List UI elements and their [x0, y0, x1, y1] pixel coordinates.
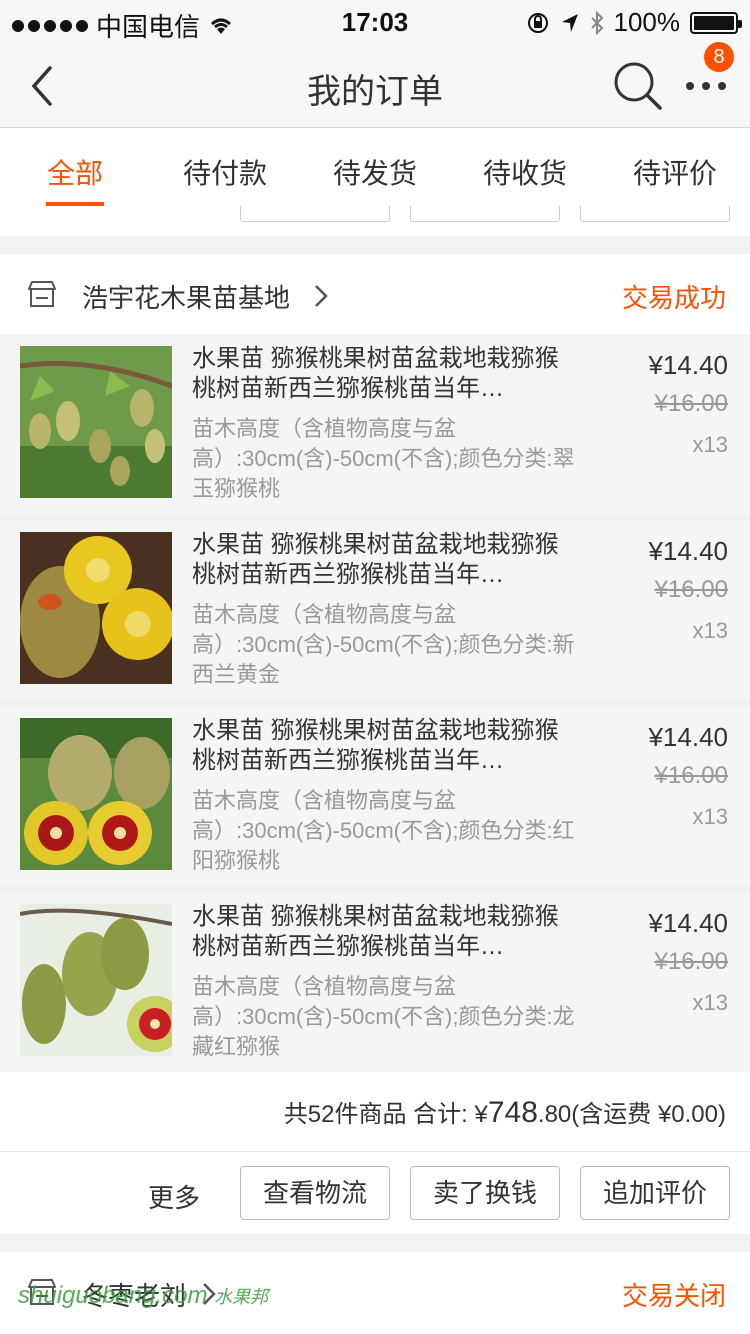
item-quantity: x13 — [692, 990, 728, 1015]
item-sku: 苗木高度（含植物高度与盆高）:30cm(含)-50cm(不含);颜色分类:新西兰… — [192, 602, 575, 687]
location-icon — [561, 13, 578, 32]
summary-prefix: 共52件商品 合计: ¥ — [283, 1101, 488, 1128]
watermark-cn: 水果邦 — [214, 1287, 269, 1307]
order-item[interactable]: 水果苗 猕猴桃果树苗盆栽地栽猕猴桃树苗新西兰猕猴桃苗当年… 苗木高度（含植物高度… — [0, 706, 750, 886]
product-image — [20, 718, 172, 870]
shop-icon — [28, 281, 56, 307]
product-image — [20, 532, 172, 684]
item-price: ¥14.40 — [648, 350, 728, 380]
order-total: 共52件商品 合计: ¥748.80(含运费 ¥0.00) — [284, 1094, 726, 1130]
order-item[interactable]: 水果苗 猕猴桃果树苗盆栽地栽猕猴桃树苗新西兰猕猴桃苗当年… 苗木高度（含植物高度… — [0, 520, 750, 700]
item-original-price: ¥16.00 — [654, 576, 728, 603]
order-status: 交易关闭 — [621, 1281, 726, 1311]
bluetooth-icon — [590, 10, 603, 35]
shop-name[interactable]: 浩宇花木果苗基地 — [82, 278, 290, 315]
order-shop-header[interactable]: 浩宇花木果苗基地 交易成功 — [0, 254, 750, 334]
previous-action-button[interactable] — [580, 206, 730, 222]
status-bar: 中国电信 17:03 100% — [0, 0, 750, 44]
battery-label: 100% — [613, 7, 681, 37]
tab-pending-receipt[interactable]: 待收货 — [450, 128, 600, 206]
item-original-price: ¥16.00 — [654, 762, 728, 789]
tab-pending-review[interactable]: 待评价 — [600, 128, 750, 206]
item-quantity: x13 — [692, 432, 728, 457]
watermark-suffix: .com — [155, 1282, 208, 1309]
item-quantity: x13 — [692, 804, 728, 829]
total-integer: 748 — [487, 1096, 538, 1129]
notification-badge: 8 — [704, 42, 734, 72]
item-sku: 苗木高度（含植物高度与盆高）:30cm(含)-50cm(不含);颜色分类:龙藏红… — [192, 974, 575, 1059]
item-title[interactable]: 水果苗 猕猴桃果树苗盆栽地栽猕猴桃树苗新西兰猕猴桃苗当年… — [192, 530, 582, 590]
previous-action-button[interactable] — [410, 206, 560, 222]
item-sku: 苗木高度（含植物高度与盆高）:30cm(含)-50cm(不含);颜色分类:翠玉猕… — [192, 416, 575, 501]
orientation-lock-icon — [527, 12, 548, 33]
tab-pending-shipment[interactable]: 待发货 — [300, 128, 450, 206]
order-status: 交易成功 — [621, 283, 726, 313]
total-decimal: .80 — [537, 1101, 572, 1128]
battery-icon — [690, 11, 742, 34]
order-actions: 更多 查看物流 卖了换钱 追加评价 — [0, 1152, 750, 1234]
nav-bar: 我的订单 8 — [0, 42, 750, 128]
search-icon[interactable] — [612, 60, 664, 112]
item-quantity: x13 — [692, 618, 728, 643]
item-title[interactable]: 水果苗 猕猴桃果树苗盆栽地栽猕猴桃树苗新西兰猕猴桃苗当年… — [192, 344, 582, 404]
item-title[interactable]: 水果苗 猕猴桃果树苗盆栽地栽猕猴桃树苗新西兰猕猴桃苗当年… — [192, 902, 582, 962]
resell-button[interactable]: 卖了换钱 — [410, 1166, 560, 1220]
more-icon[interactable] — [684, 74, 728, 98]
item-sku: 苗木高度（含植物高度与盆高）:30cm(含)-50cm(不含);颜色分类:红阳猕… — [192, 788, 575, 873]
item-original-price: ¥16.00 — [654, 390, 728, 417]
item-price: ¥14.40 — [648, 722, 728, 752]
order-tabs: 全部 待付款 待发货 待收货 待评价 — [0, 128, 750, 206]
tab-pending-payment[interactable]: 待付款 — [150, 128, 300, 206]
previous-action-button[interactable] — [240, 206, 390, 222]
add-review-button[interactable]: 追加评价 — [580, 1166, 730, 1220]
order-summary: 共52件商品 合计: ¥748.80(含运费 ¥0.00) — [0, 1072, 750, 1152]
order-item[interactable]: 水果苗 猕猴桃果树苗盆栽地栽猕猴桃树苗新西兰猕猴桃苗当年… 苗木高度（含植物高度… — [0, 334, 750, 514]
order-item[interactable]: 水果苗 猕猴桃果树苗盆栽地栽猕猴桃树苗新西兰猕猴桃苗当年… 苗木高度（含植物高度… — [0, 892, 750, 1072]
summary-suffix: (含运费 ¥0.00) — [571, 1101, 726, 1128]
view-logistics-button[interactable]: 查看物流 — [240, 1166, 390, 1220]
status-right: 100% — [526, 7, 742, 38]
item-title[interactable]: 水果苗 猕猴桃果树苗盆栽地栽猕猴桃树苗新西兰猕猴桃苗当年… — [192, 716, 582, 776]
watermark: shuiguobang.com 水果邦 — [18, 1282, 268, 1310]
chevron-right-icon — [315, 285, 328, 307]
more-button[interactable]: 更多 — [148, 1178, 200, 1215]
previous-order-actions — [0, 206, 750, 236]
item-price: ¥14.40 — [648, 908, 728, 938]
item-price: ¥14.40 — [648, 536, 728, 566]
tab-all[interactable]: 全部 — [0, 128, 150, 206]
item-original-price: ¥16.00 — [654, 948, 728, 975]
product-image — [20, 346, 172, 498]
watermark-text: shuiguobang — [18, 1282, 156, 1309]
product-image — [20, 904, 172, 1056]
